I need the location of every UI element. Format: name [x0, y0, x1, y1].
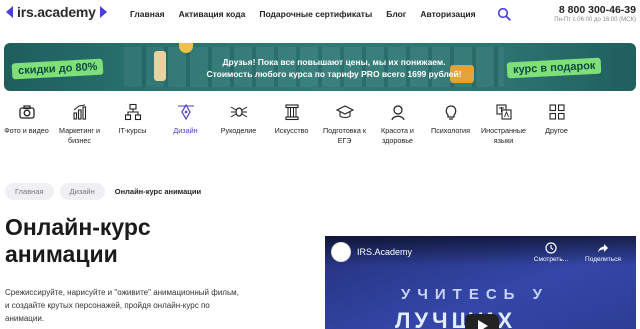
course-description: Срежиссируйте, нарисуйте и "оживите" ани… — [5, 286, 305, 325]
category-languages[interactable]: Иностранные языки — [477, 103, 530, 163]
share-arrow-icon — [598, 244, 608, 253]
grid-icon — [548, 104, 565, 120]
watch-later-button[interactable]: Смотреть... — [531, 242, 571, 263]
column-icon — [284, 104, 299, 121]
search-icon[interactable] — [497, 7, 511, 21]
breadcrumb-home[interactable]: Главная — [5, 183, 54, 200]
video-player[interactable]: IRS.Academy Смотреть... Поделиться УЧИТЕ… — [325, 236, 636, 329]
discount-badge: скидки до 80% — [11, 58, 104, 80]
nav-login[interactable]: Авторизация — [420, 9, 475, 19]
title-line-2: анимации — [5, 241, 118, 267]
category-photo-video[interactable]: Фото и видео — [0, 103, 53, 163]
watch-later-label: Смотреть... — [533, 256, 569, 263]
category-label: IT-курсы — [118, 126, 147, 135]
category-bar: Фото и видео Маркетинг и бизнес IT-курсы… — [0, 103, 640, 163]
category-design[interactable]: Дизайн — [159, 103, 212, 163]
category-psychology[interactable]: Психология — [424, 103, 477, 163]
logo-text: irs.academy — [17, 4, 96, 20]
lightbulb-icon — [445, 105, 456, 120]
network-icon — [124, 103, 141, 121]
desc-line-3: анимации. — [5, 314, 45, 323]
translate-icon — [495, 104, 512, 120]
banner-line-1: Друзья! Пока все повышают цены, мы их по… — [222, 57, 446, 67]
chart-icon — [72, 104, 86, 120]
promo-banner[interactable]: скидки до 80% Друзья! Пока все повышают … — [4, 43, 636, 91]
category-label: Маркетинг и бизнес — [59, 126, 100, 145]
category-label: Психология — [431, 126, 470, 135]
category-label: Рукоделие — [220, 126, 257, 135]
category-marketing[interactable]: Маркетинг и бизнес — [53, 103, 106, 163]
category-label: Иностранные языки — [480, 126, 527, 145]
breadcrumb-current: Онлайн-курс анимации — [114, 187, 202, 196]
nav-home[interactable]: Главная — [130, 9, 165, 19]
share-button[interactable]: Поделиться — [583, 242, 623, 263]
desc-line-1: Срежиссируйте, нарисуйте и "оживите" ани… — [5, 288, 239, 297]
share-label: Поделиться — [585, 256, 621, 263]
video-overlay-text-1: УЧИТЕСЬ У — [401, 286, 549, 303]
category-label: Фото и видео — [4, 126, 49, 135]
title-line-1: Онлайн-курс — [5, 214, 151, 240]
graduation-cap-icon — [335, 105, 354, 119]
category-label: Другое — [545, 126, 568, 135]
banner-line-2: Стоимость любого курса по тарифу PRO все… — [206, 69, 462, 79]
gift-course-badge: курс в подарок — [506, 57, 602, 79]
site-header: irs.academy Главная Активация кода Подар… — [0, 0, 640, 30]
working-hours: Пн-Пт с 06:00 до 16:00 (МСК) — [554, 17, 636, 23]
category-art[interactable]: Искусство — [265, 103, 318, 163]
category-label: Искусство — [274, 126, 309, 135]
main-nav: Главная Активация кода Подарочные сертиф… — [130, 9, 476, 19]
person-icon — [390, 105, 405, 121]
breadcrumb: Главная Дизайн Онлайн-курс анимации — [5, 183, 211, 200]
play-button-icon[interactable] — [465, 314, 499, 329]
category-it[interactable]: IT-курсы — [106, 103, 159, 163]
category-other[interactable]: Другое — [530, 103, 583, 163]
logo-left-arrow-icon — [6, 6, 13, 18]
channel-name[interactable]: IRS.Academy — [357, 247, 412, 257]
site-logo[interactable]: irs.academy — [6, 4, 107, 20]
banner-message: Друзья! Пока все повышают цены, мы их по… — [164, 56, 504, 80]
category-beauty[interactable]: Красота и здоровье — [371, 103, 424, 163]
nav-gift-certificates[interactable]: Подарочные сертификаты — [259, 9, 372, 19]
category-exam-prep[interactable]: Подготовка к ЕГЭ — [318, 103, 371, 163]
category-label: Подготовка к ЕГЭ — [323, 126, 366, 145]
nav-blog[interactable]: Блог — [386, 9, 406, 19]
category-handicraft[interactable]: Рукоделие — [212, 103, 265, 163]
nav-code-activation[interactable]: Активация кода — [179, 9, 246, 19]
clock-icon — [545, 242, 557, 254]
camera-icon — [18, 105, 35, 119]
phone-number[interactable]: 8 800 300-46-39 — [559, 4, 636, 16]
page-title: Онлайн-курс анимации — [5, 214, 305, 268]
spider-icon — [230, 106, 247, 118]
desc-line-2: и создайте крутых персонажей, пройдя онл… — [5, 301, 210, 310]
logo-right-arrow-icon — [99, 6, 107, 18]
breadcrumb-design[interactable]: Дизайн — [59, 183, 105, 200]
category-label: Красота и здоровье — [381, 126, 414, 145]
channel-avatar[interactable] — [331, 242, 351, 262]
category-label: Дизайн — [173, 126, 198, 135]
pen-tool-icon — [177, 103, 194, 121]
